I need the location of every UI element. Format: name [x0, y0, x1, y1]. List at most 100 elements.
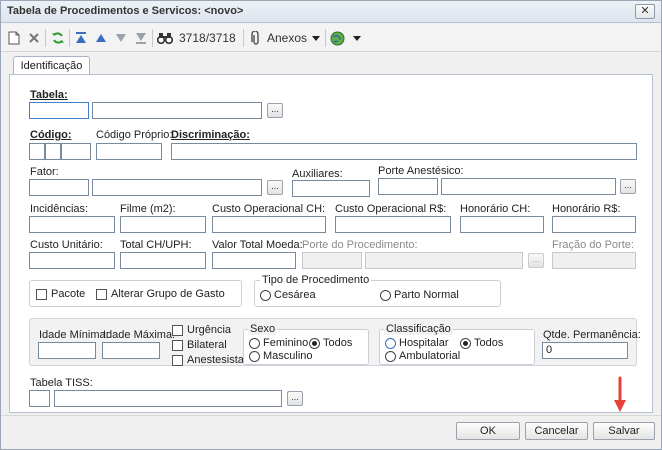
parto-normal-radio[interactable]: [380, 290, 391, 301]
auxiliares-label: Auxiliares:: [292, 168, 343, 180]
auxiliares-field[interactable]: [292, 180, 370, 197]
masculino-label: Masculino: [263, 350, 313, 362]
sexo-todos-radio[interactable]: [309, 338, 320, 349]
discriminacao-field[interactable]: [171, 143, 637, 160]
tab-identificacao[interactable]: Identificação: [13, 56, 90, 76]
urgencia-label: Urgência: [187, 324, 232, 336]
cancel-button[interactable]: Cancelar: [525, 422, 588, 440]
custo-unitario-field[interactable]: [29, 252, 115, 269]
anexos-button[interactable]: Anexos: [267, 29, 307, 47]
porte-anestesico-lookup-button[interactable]: ...: [620, 179, 636, 194]
anestesista-checkbox[interactable]: [172, 355, 183, 366]
porte-anestesico-code-field[interactable]: [378, 178, 438, 195]
idade-maxima-field[interactable]: [102, 342, 160, 359]
chevron-down-icon[interactable]: [352, 29, 362, 47]
last-record-icon[interactable]: [134, 29, 148, 47]
save-button[interactable]: Salvar: [593, 422, 655, 440]
qtde-permanencia-field[interactable]: 0: [542, 342, 628, 359]
idade-maxima-label: Idade Máxima:: [103, 329, 176, 341]
discriminacao-label: Discriminação:: [171, 129, 250, 141]
filme-label: Filme (m2):: [120, 203, 176, 215]
toolbar-separator: [69, 29, 70, 47]
cesarea-label: Cesárea: [274, 289, 316, 301]
total-ch-uph-label: Total CH/UPH:: [120, 239, 192, 251]
alterar-grupo-checkbox[interactable]: [96, 289, 107, 300]
fracao-porte-field: [552, 252, 636, 269]
binoculars-icon[interactable]: [157, 29, 173, 47]
idade-minima-label: Idade Mínima:: [39, 329, 109, 341]
tipo-procedimento-label: Tipo de Procedimento: [260, 274, 372, 286]
classificacao-todos-radio[interactable]: [460, 338, 471, 349]
codigo-label: Código:: [30, 129, 72, 141]
hospitalar-radio[interactable]: [385, 338, 396, 349]
total-ch-uph-field[interactable]: [120, 252, 206, 269]
identificacao-panel: Tabela: ... Código: Código Próprio: Disc…: [9, 74, 653, 413]
codigo-part1-field[interactable]: [29, 143, 45, 160]
globe-icon[interactable]: [329, 29, 345, 47]
porte-anestesico-label: Porte Anestésico:: [378, 165, 464, 177]
fator-code-field[interactable]: [29, 179, 89, 196]
valor-total-moeda-label: Valor Total Moeda:: [212, 239, 303, 251]
ambulatorial-label: Ambulatorial: [399, 350, 461, 362]
bilateral-checkbox[interactable]: [172, 340, 183, 351]
cesarea-radio[interactable]: [260, 290, 271, 301]
close-button[interactable]: ✕: [635, 4, 655, 19]
tabela-tiss-code-field[interactable]: [29, 390, 50, 407]
toolbar: 3718/3718 Anexos: [1, 24, 661, 52]
incidencias-field[interactable]: [29, 216, 115, 233]
pacote-checkbox[interactable]: [36, 289, 47, 300]
urgencia-checkbox[interactable]: [172, 325, 183, 336]
tabela-lookup-button[interactable]: ...: [267, 103, 283, 118]
next-record-icon[interactable]: [114, 29, 128, 47]
feminino-label: Feminino: [263, 337, 309, 349]
honorario-rs-label: Honorário R$:: [552, 203, 621, 215]
toolbar-separator: [152, 29, 153, 47]
filme-field[interactable]: [120, 216, 206, 233]
porte-anestesico-description-field[interactable]: [441, 178, 616, 195]
new-document-icon[interactable]: [7, 29, 21, 47]
custo-unitario-label: Custo Unitário:: [30, 239, 103, 251]
tabela-tiss-description-field[interactable]: [54, 390, 282, 407]
ok-button[interactable]: OK: [456, 422, 520, 440]
ambulatorial-radio[interactable]: [385, 351, 396, 362]
porte-procedimento-label: Porte do Procedimento:: [302, 239, 418, 251]
sexo-todos-label: Todos: [323, 337, 353, 349]
delete-icon[interactable]: [27, 29, 41, 47]
masculino-radio[interactable]: [249, 351, 260, 362]
dialog-footer: OK Cancelar Salvar: [1, 415, 661, 449]
paperclip-icon[interactable]: [250, 29, 262, 47]
chevron-down-icon[interactable]: [311, 29, 321, 47]
honorario-rs-field[interactable]: [552, 216, 636, 233]
tabela-tiss-lookup-button[interactable]: ...: [287, 391, 303, 406]
pacote-label: Pacote: [51, 288, 86, 300]
custo-operacional-ch-field[interactable]: [212, 216, 326, 233]
refresh-icon[interactable]: [50, 29, 66, 47]
custo-operacional-rs-field[interactable]: [335, 216, 451, 233]
idade-minima-field[interactable]: [38, 342, 96, 359]
classificacao-label: Classificação: [384, 323, 453, 335]
window-title: Tabela de Procedimentos e Servicos: <nov…: [7, 5, 244, 17]
previous-record-icon[interactable]: [94, 29, 108, 47]
custo-operacional-rs-label: Custo Operacional R$:: [335, 203, 447, 215]
fator-description-field[interactable]: [92, 179, 262, 196]
codigo-part3-field[interactable]: [61, 143, 91, 160]
anestesista-label: Anestesista: [187, 354, 244, 366]
custo-operacional-ch-label: Custo Operacional CH:: [212, 203, 326, 215]
feminino-radio[interactable]: [249, 338, 260, 349]
first-record-icon[interactable]: [74, 29, 88, 47]
record-counter: 3718/3718: [179, 31, 236, 45]
parto-normal-label: Parto Normal: [394, 289, 459, 301]
fator-lookup-button[interactable]: ...: [267, 180, 283, 195]
toolbar-separator: [325, 29, 326, 47]
porte-procedimento-code-field: [302, 252, 362, 269]
codigo-proprio-label: Código Próprio:: [96, 129, 173, 141]
honorario-ch-field[interactable]: [460, 216, 544, 233]
codigo-proprio-field[interactable]: [96, 143, 162, 160]
valor-total-moeda-field[interactable]: [212, 252, 296, 269]
tabela-code-field[interactable]: [29, 102, 89, 119]
porte-procedimento-lookup-button: ...: [528, 253, 544, 268]
codigo-part2-field[interactable]: [45, 143, 61, 160]
tabela-description-field[interactable]: [92, 102, 262, 119]
toolbar-separator: [45, 29, 46, 47]
bilateral-label: Bilateral: [187, 339, 227, 351]
